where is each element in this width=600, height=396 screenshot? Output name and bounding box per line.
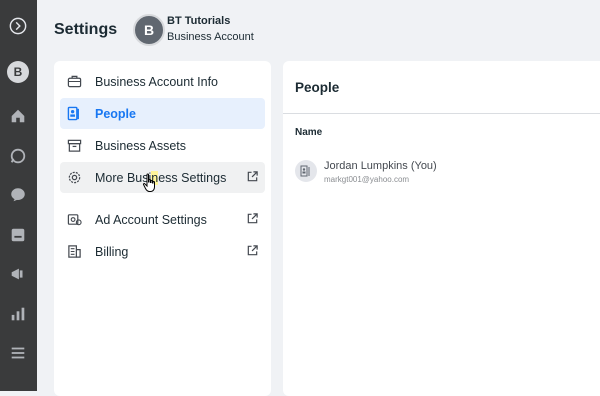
page-header: Settings B BT Tutorials Business Account bbox=[37, 0, 600, 60]
nav-item-label: Ad Account Settings bbox=[95, 212, 207, 227]
people-panel: People Name Jordan Lumpkins (You) markgt… bbox=[283, 61, 600, 396]
pages-icon[interactable] bbox=[8, 225, 28, 245]
nav-item-label: Business Account Info bbox=[95, 74, 218, 89]
collapse-icon[interactable] bbox=[8, 16, 28, 36]
page-title: Settings bbox=[54, 21, 118, 38]
nav-item-more-business-settings[interactable]: More Business Settings bbox=[60, 162, 265, 193]
briefcase-icon bbox=[67, 74, 82, 89]
business-name[interactable]: BT Tutorials bbox=[167, 15, 230, 27]
external-link-icon bbox=[246, 212, 259, 225]
hand-cursor-icon bbox=[142, 173, 158, 193]
nav-item-label: More Business Settings bbox=[95, 170, 227, 185]
nav-item-label: Billing bbox=[95, 244, 129, 259]
panel-divider bbox=[283, 113, 600, 114]
business-account-type: Business Account bbox=[167, 31, 254, 43]
nav-item-business-assets[interactable]: Business Assets bbox=[60, 130, 265, 161]
external-link-icon bbox=[246, 244, 259, 257]
nav-item-billing[interactable]: Billing bbox=[60, 236, 265, 267]
label-part: ess Settings bbox=[158, 170, 227, 185]
column-header-name[interactable]: Name bbox=[295, 127, 322, 138]
home-icon[interactable] bbox=[8, 106, 28, 126]
ad-account-icon bbox=[67, 212, 82, 227]
gear-icon bbox=[67, 170, 82, 185]
megaphone-icon[interactable] bbox=[8, 264, 28, 284]
people-panel-title: People bbox=[295, 80, 340, 95]
nav-item-label: People bbox=[95, 106, 136, 121]
settings-nav-panel: Business Account Info People Business As… bbox=[54, 61, 271, 396]
messenger-icon[interactable] bbox=[8, 185, 28, 205]
archive-icon bbox=[67, 138, 82, 153]
global-nav-rail: B bbox=[0, 0, 37, 391]
nav-item-business-account-info[interactable]: Business Account Info bbox=[60, 66, 265, 97]
insights-icon[interactable] bbox=[8, 304, 28, 324]
person-avatar-icon bbox=[295, 160, 317, 182]
person-name[interactable]: Jordan Lumpkins (You) bbox=[324, 160, 437, 172]
menu-icon[interactable] bbox=[8, 343, 28, 363]
business-avatar[interactable]: B bbox=[133, 14, 165, 46]
whatsapp-icon[interactable] bbox=[8, 146, 28, 166]
rail-avatar[interactable]: B bbox=[7, 61, 29, 83]
people-icon bbox=[67, 106, 82, 121]
nav-item-people[interactable]: People bbox=[60, 98, 265, 129]
nav-item-label: Business Assets bbox=[95, 138, 187, 153]
nav-item-ad-account-settings[interactable]: Ad Account Settings bbox=[60, 204, 265, 235]
billing-icon bbox=[67, 244, 82, 259]
external-link-icon bbox=[246, 170, 259, 183]
person-email: markgt001@yahoo.com bbox=[324, 175, 410, 184]
